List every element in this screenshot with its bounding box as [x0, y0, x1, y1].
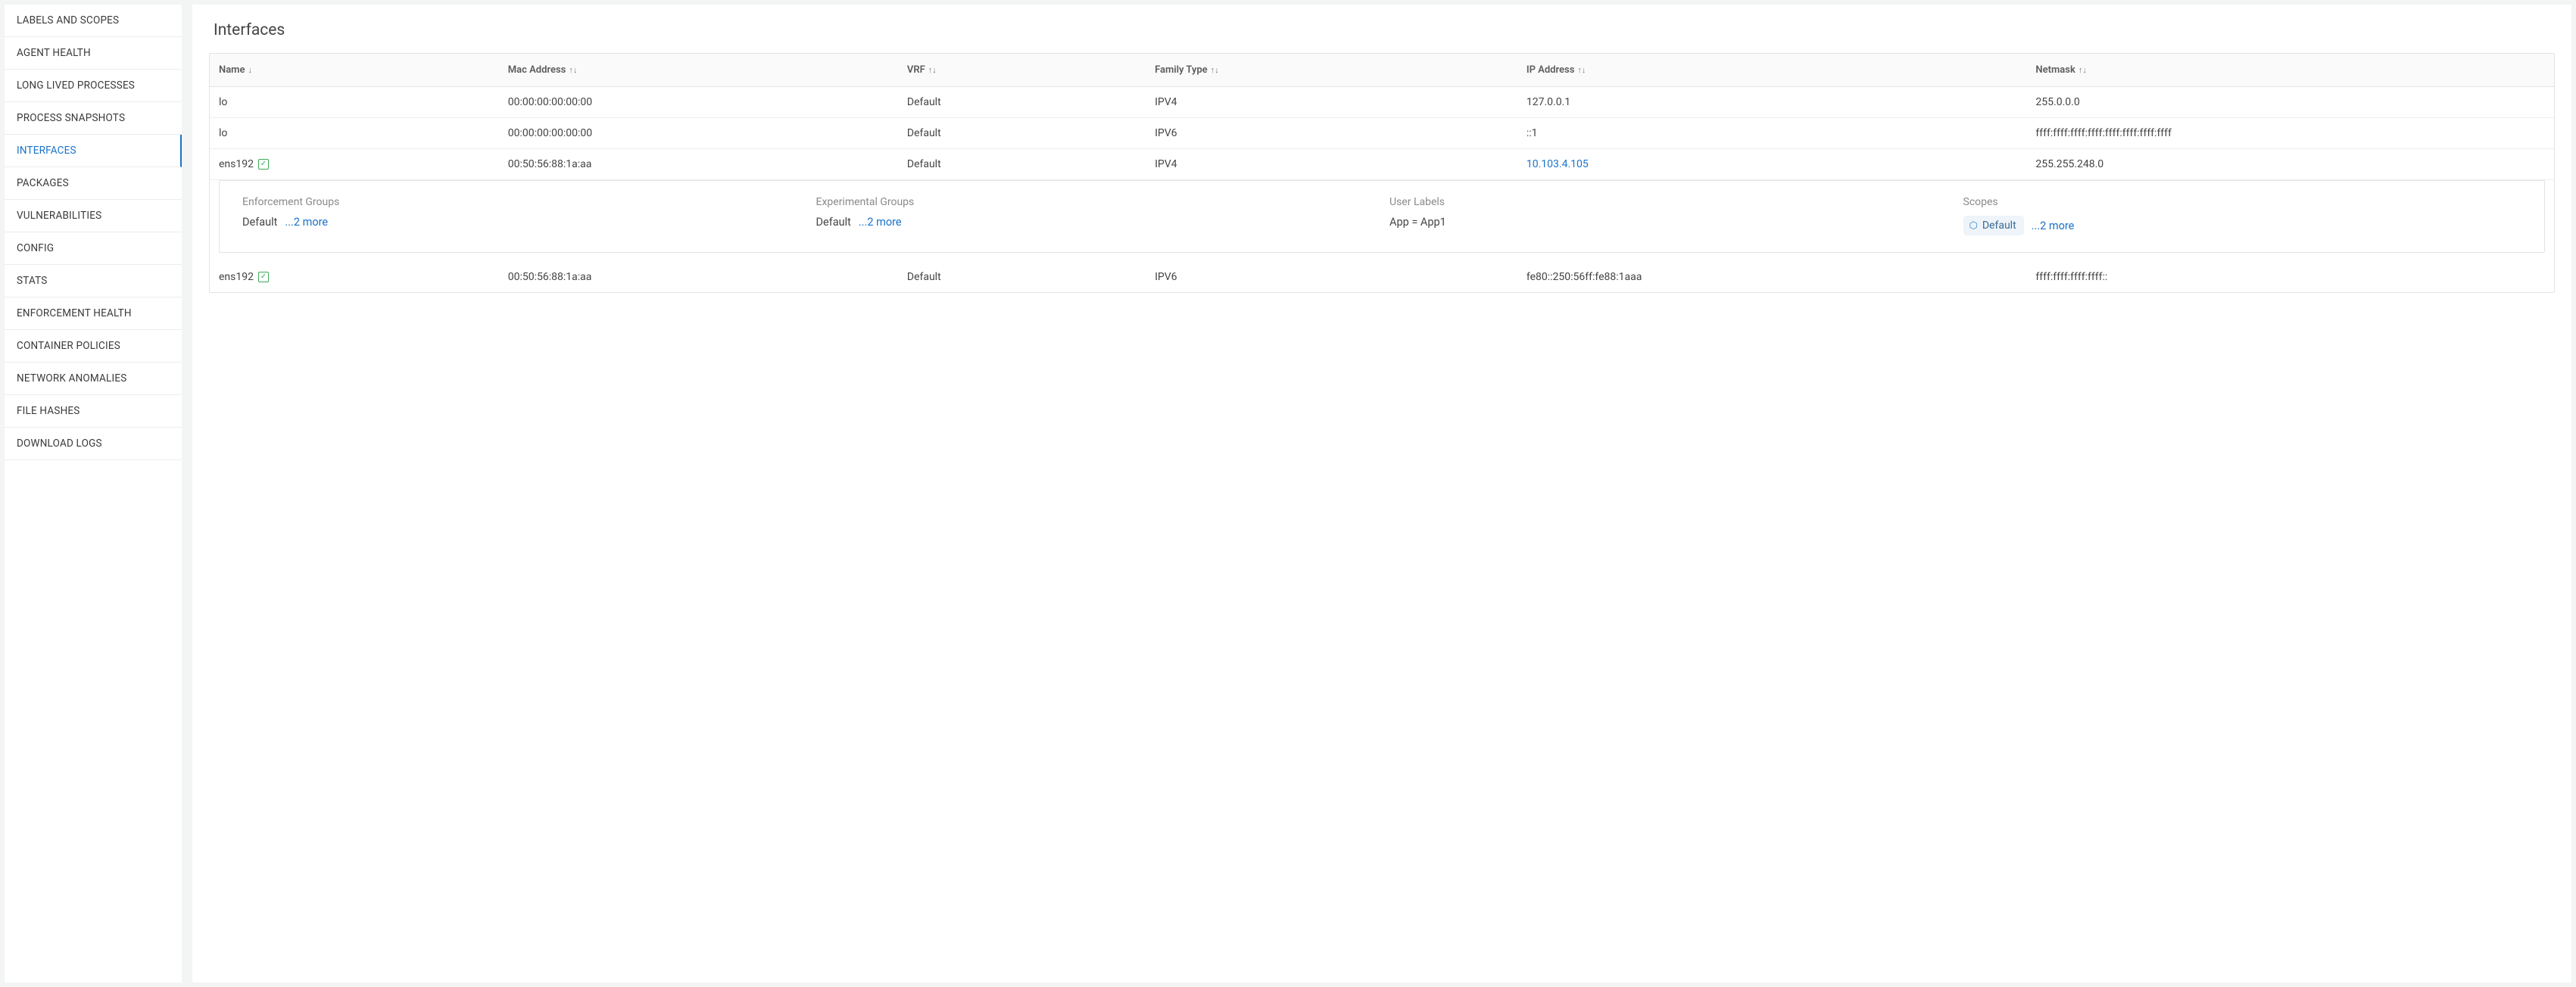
- interface-name: lo: [219, 96, 227, 108]
- sidebar-item-stats[interactable]: STATS: [5, 265, 182, 297]
- sidebar-item-enforcement-health[interactable]: ENFORCEMENT HEALTH: [5, 297, 182, 330]
- sort-both-icon: ↑↓: [569, 66, 577, 74]
- col-header-family[interactable]: Family Type ↑↓: [1155, 64, 1527, 76]
- sort-both-icon: ↑↓: [928, 66, 937, 74]
- experimental-groups: Experimental Groups Default ...2 more: [816, 196, 1375, 235]
- sidebar-item-file-hashes[interactable]: FILE HASHES: [5, 395, 182, 428]
- user-labels-heading: User Labels: [1389, 196, 1948, 208]
- sidebar-item-download-logs[interactable]: DOWNLOAD LOGS: [5, 428, 182, 460]
- sort-both-icon: ↑↓: [1211, 66, 1219, 74]
- experimental-groups-value: Default ...2 more: [816, 216, 1375, 229]
- col-header-vrf[interactable]: VRF ↑↓: [907, 64, 1155, 76]
- cell-ip: fe80::250:56ff:fe88:1aaa: [1527, 271, 2036, 283]
- check-icon: ✓: [258, 159, 269, 170]
- col-header-name-label: Name: [219, 64, 245, 76]
- enforcement-groups: Enforcement Groups Default ...2 more: [242, 196, 801, 235]
- experimental-groups-more-link[interactable]: ...2 more: [859, 216, 902, 229]
- col-header-netmask-label: Netmask: [2035, 64, 2075, 76]
- sidebar-item-packages[interactable]: PACKAGES: [5, 167, 182, 200]
- col-header-ip[interactable]: IP Address ↑↓: [1527, 64, 2036, 76]
- cell-family: IPV4: [1155, 158, 1527, 170]
- col-header-netmask[interactable]: Netmask ↑↓: [2035, 64, 2545, 76]
- sidebar-item-long-lived-processes[interactable]: LONG LIVED PROCESSES: [5, 70, 182, 102]
- scopes-heading: Scopes: [1963, 196, 2522, 208]
- check-icon: ✓: [258, 272, 269, 282]
- enforcement-groups-text: Default: [242, 216, 277, 229]
- cell-netmask: ffff:ffff:ffff:ffff:ffff:ffff:ffff:ffff: [2035, 127, 2545, 139]
- sidebar-item-interfaces[interactable]: INTERFACES: [5, 135, 182, 167]
- interface-name: lo: [219, 127, 227, 139]
- cell-ip[interactable]: 10.103.4.105: [1527, 158, 2036, 170]
- enforcement-groups-heading: Enforcement Groups: [242, 196, 801, 208]
- enforcement-groups-more-link[interactable]: ...2 more: [285, 216, 328, 229]
- col-header-mac[interactable]: Mac Address ↑↓: [508, 64, 907, 76]
- cell-ip: 127.0.0.1: [1527, 96, 2036, 108]
- table-row[interactable]: lo 00:00:00:00:00:00DefaultIPV6::1ffff:ff…: [210, 118, 2554, 149]
- row-detail-panel: Enforcement GroupsDefault...2 moreExperi…: [219, 180, 2545, 253]
- scopes: Scopes ⬡ Default ...2 more: [1963, 196, 2522, 235]
- cell-family: IPV6: [1155, 271, 1527, 283]
- cell-name: ens192 ✓: [219, 158, 508, 170]
- scopes-more-link[interactable]: ...2 more: [2032, 220, 2075, 232]
- col-header-name[interactable]: Name ↓: [219, 64, 508, 76]
- col-header-family-label: Family Type: [1155, 64, 1208, 76]
- cell-vrf: Default: [907, 96, 1155, 108]
- scope-chip-label: Default: [1982, 220, 2016, 232]
- sidebar-item-labels-and-scopes[interactable]: LABELS AND SCOPES: [5, 5, 182, 37]
- sidebar-item-network-anomalies[interactable]: NETWORK ANOMALIES: [5, 363, 182, 395]
- table-row[interactable]: lo 00:00:00:00:00:00DefaultIPV4127.0.0.12…: [210, 87, 2554, 118]
- cell-family: IPV4: [1155, 96, 1527, 108]
- col-header-mac-label: Mac Address: [508, 64, 566, 76]
- user-labels: User Labels App = App1: [1389, 196, 1948, 235]
- cell-netmask: ffff:ffff:ffff:ffff::: [2035, 271, 2545, 283]
- sidebar-item-process-snapshots[interactable]: PROCESS SNAPSHOTS: [5, 102, 182, 135]
- cell-mac: 00:00:00:00:00:00: [508, 96, 907, 108]
- interface-name: ens192: [219, 158, 254, 170]
- main-content: Interfaces Name ↓ Mac Address ↑↓ VRF ↑↓ …: [192, 5, 2571, 982]
- sort-both-icon: ↑↓: [1577, 66, 1586, 74]
- cell-vrf: Default: [907, 127, 1155, 139]
- cell-vrf: Default: [907, 158, 1155, 170]
- cell-mac: 00:50:56:88:1a:aa: [508, 271, 907, 283]
- sidebar-item-agent-health[interactable]: AGENT HEALTH: [5, 37, 182, 70]
- cube-icon: ⬡: [1969, 220, 1978, 232]
- table-row[interactable]: ens192 ✓ 00:50:56:88:1a:aaDefaultIPV6fe80:…: [210, 262, 2554, 292]
- user-labels-value: App = App1: [1389, 216, 1948, 229]
- cell-mac: 00:50:56:88:1a:aa: [508, 158, 907, 170]
- table-body: lo00:00:00:00:00:00DefaultIPV4127.0.0.12…: [210, 87, 2554, 292]
- sidebar-item-container-policies[interactable]: CONTAINER POLICIES: [5, 330, 182, 363]
- scopes-value: ⬡ Default ...2 more: [1963, 216, 2522, 235]
- sort-both-icon: ↑↓: [2079, 66, 2087, 74]
- col-header-vrf-label: VRF: [907, 64, 925, 76]
- cell-mac: 00:00:00:00:00:00: [508, 127, 907, 139]
- table-header-row: Name ↓ Mac Address ↑↓ VRF ↑↓ Family Type…: [210, 54, 2554, 87]
- enforcement-groups-value: Default ...2 more: [242, 216, 801, 229]
- cell-name: lo: [219, 96, 508, 108]
- interfaces-table: Name ↓ Mac Address ↑↓ VRF ↑↓ Family Type…: [209, 53, 2555, 293]
- cell-name: lo: [219, 127, 508, 139]
- sort-down-icon: ↓: [248, 66, 252, 74]
- table-row[interactable]: ens192 ✓ 00:50:56:88:1a:aaDefaultIPV410.10…: [210, 149, 2554, 180]
- cell-name: ens192 ✓: [219, 271, 508, 283]
- cell-netmask: 255.0.0.0: [2035, 96, 2545, 108]
- page-title: Interfaces: [209, 21, 2555, 39]
- cell-vrf: Default: [907, 271, 1155, 283]
- cell-family: IPV6: [1155, 127, 1527, 139]
- sidebar-item-config[interactable]: CONFIG: [5, 232, 182, 265]
- sidebar: LABELS AND SCOPESAGENT HEALTHLONG LIVED …: [5, 5, 182, 982]
- interface-name: ens192: [219, 271, 254, 283]
- experimental-groups-text: Default: [816, 216, 851, 229]
- cell-netmask: 255.255.248.0: [2035, 158, 2545, 170]
- scope-chip[interactable]: ⬡ Default: [1963, 216, 2024, 235]
- sidebar-item-vulnerabilities[interactable]: VULNERABILITIES: [5, 200, 182, 232]
- col-header-ip-label: IP Address: [1527, 64, 1575, 76]
- experimental-groups-heading: Experimental Groups: [816, 196, 1375, 208]
- cell-ip: ::1: [1527, 127, 2036, 139]
